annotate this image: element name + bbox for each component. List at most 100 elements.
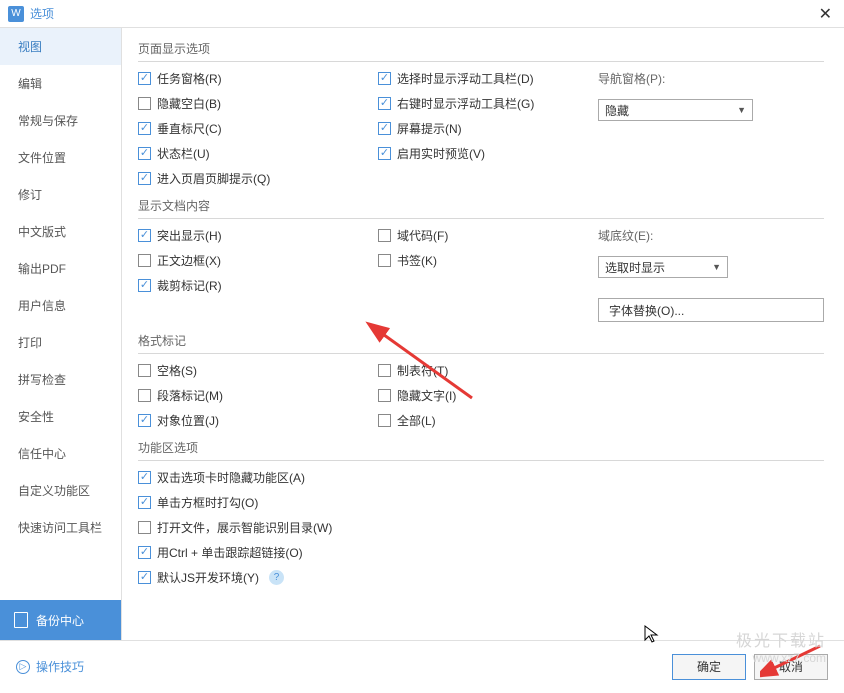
backup-label: 备份中心: [36, 612, 84, 629]
checkbox[interactable]: 打开文件，展示智能识别目录(W): [138, 519, 824, 536]
cancel-button[interactable]: 取消: [754, 654, 828, 680]
checkbox[interactable]: 右键时显示浮动工具栏(G): [378, 95, 598, 112]
checkbox[interactable]: 书签(K): [378, 252, 598, 269]
checkbox-label: 任务窗格(R): [157, 70, 222, 87]
group-title: 功能区选项: [138, 439, 824, 461]
checkbox-box: [138, 147, 151, 160]
checkbox-box: [378, 229, 391, 242]
checkbox[interactable]: 选择时显示浮动工具栏(D): [378, 70, 598, 87]
checkbox[interactable]: 隐藏空白(B): [138, 95, 378, 112]
checkbox-label: 右键时显示浮动工具栏(G): [397, 95, 534, 112]
checkbox-label: 启用实时预览(V): [397, 145, 485, 162]
backup-icon: [14, 612, 28, 628]
checkbox-box: [378, 72, 391, 85]
field-shading-select[interactable]: 选取时显示 ▼: [598, 256, 728, 278]
sidebar-item[interactable]: 常规与保存: [0, 102, 121, 139]
checkbox-label: 空格(S): [157, 362, 197, 379]
sidebar-item[interactable]: 安全性: [0, 398, 121, 435]
group-format-marks: 格式标记 空格(S) 段落标记(M) 对象位置(J) 制表符(T) 隐藏文字(I) 全部…: [138, 332, 824, 429]
checkbox[interactable]: 双击选项卡时隐藏功能区(A): [138, 469, 824, 486]
checkbox[interactable]: 屏幕提示(N): [378, 120, 598, 137]
nav-pane-label: 导航窗格(P):: [598, 70, 824, 87]
checkbox[interactable]: 对象位置(J): [138, 412, 378, 429]
close-icon[interactable]: ✕: [815, 4, 836, 24]
checkbox[interactable]: 任务窗格(R): [138, 70, 378, 87]
checkbox[interactable]: 裁剪标记(R): [138, 277, 378, 294]
checkbox-label: 对象位置(J): [157, 412, 219, 429]
checkbox-box: [138, 279, 151, 292]
sidebar-item[interactable]: 视图: [0, 28, 121, 65]
checkbox[interactable]: 单击方框时打勾(O): [138, 494, 824, 511]
ok-button[interactable]: 确定: [672, 654, 746, 680]
checkbox-box: [138, 571, 151, 584]
checkbox-label: 状态栏(U): [157, 145, 210, 162]
checkbox[interactable]: 默认JS开发环境(Y)?: [138, 569, 824, 586]
checkbox-box: [138, 229, 151, 242]
footer: ▷ 操作技巧 确定 取消: [0, 640, 844, 692]
nav-pane-select[interactable]: 隐藏 ▼: [598, 99, 753, 121]
sidebar-item[interactable]: 编辑: [0, 65, 121, 102]
checkbox[interactable]: 域代码(F): [378, 227, 598, 244]
checkbox[interactable]: 隐藏文字(I): [378, 387, 598, 404]
sidebar-item[interactable]: 自定义功能区: [0, 472, 121, 509]
sidebar-item[interactable]: 信任中心: [0, 435, 121, 472]
group-ribbon-options: 功能区选项 双击选项卡时隐藏功能区(A) 单击方框时打勾(O) 打开文件，展示智能识…: [138, 439, 824, 586]
checkbox-label: 垂直标尺(C): [157, 120, 222, 137]
sidebar-item[interactable]: 打印: [0, 324, 121, 361]
checkbox-label: 段落标记(M): [157, 387, 223, 404]
sidebar: 视图编辑常规与保存文件位置修订中文版式输出PDF用户信息打印拼写检查安全性信任中…: [0, 28, 122, 640]
checkbox-box: [138, 496, 151, 509]
chevron-down-icon: ▼: [712, 262, 721, 272]
backup-center-button[interactable]: 备份中心: [0, 600, 121, 640]
checkbox-label: 选择时显示浮动工具栏(D): [397, 70, 534, 87]
checkbox[interactable]: 空格(S): [138, 362, 378, 379]
tips-link[interactable]: ▷ 操作技巧: [16, 658, 84, 675]
checkbox[interactable]: 进入页眉页脚提示(Q): [138, 170, 378, 187]
checkbox-box: [138, 389, 151, 402]
window-title: 选项: [30, 5, 54, 22]
tips-icon: ▷: [16, 660, 30, 674]
checkbox-box: [138, 546, 151, 559]
checkbox[interactable]: 段落标记(M): [138, 387, 378, 404]
checkbox-label: 全部(L): [397, 412, 436, 429]
sidebar-item[interactable]: 修订: [0, 176, 121, 213]
checkbox-box: [138, 122, 151, 135]
group-title: 页面显示选项: [138, 40, 824, 62]
checkbox[interactable]: 正文边框(X): [138, 252, 378, 269]
checkbox[interactable]: 全部(L): [378, 412, 598, 429]
sidebar-item[interactable]: 输出PDF: [0, 250, 121, 287]
checkbox-box: [138, 97, 151, 110]
checkbox-label: 进入页眉页脚提示(Q): [157, 170, 270, 187]
checkbox-box: [378, 97, 391, 110]
help-icon[interactable]: ?: [269, 570, 284, 585]
checkbox-box: [138, 254, 151, 267]
checkbox[interactable]: 启用实时预览(V): [378, 145, 598, 162]
checkbox-box: [138, 364, 151, 377]
checkbox[interactable]: 用Ctrl + 单击跟踪超链接(O): [138, 544, 824, 561]
checkbox-box: [378, 254, 391, 267]
checkbox-box: [138, 471, 151, 484]
font-substitute-button[interactable]: 字体替换(O)...: [598, 298, 824, 322]
sidebar-item[interactable]: 快速访问工具栏: [0, 509, 121, 546]
checkbox-box: [378, 389, 391, 402]
checkbox[interactable]: 状态栏(U): [138, 145, 378, 162]
sidebar-item[interactable]: 中文版式: [0, 213, 121, 250]
checkbox[interactable]: 垂直标尺(C): [138, 120, 378, 137]
sidebar-item[interactable]: 拼写检查: [0, 361, 121, 398]
checkbox-label: 单击方框时打勾(O): [157, 494, 258, 511]
checkbox-label: 正文边框(X): [157, 252, 221, 269]
checkbox-label: 书签(K): [397, 252, 437, 269]
checkbox-label: 双击选项卡时隐藏功能区(A): [157, 469, 305, 486]
field-shading-label: 域底纹(E):: [598, 227, 824, 244]
checkbox-box: [378, 414, 391, 427]
sidebar-item[interactable]: 文件位置: [0, 139, 121, 176]
checkbox[interactable]: 制表符(T): [378, 362, 598, 379]
checkbox-box: [378, 122, 391, 135]
checkbox-label: 打开文件，展示智能识别目录(W): [157, 519, 332, 536]
checkbox[interactable]: 突出显示(H): [138, 227, 378, 244]
checkbox-label: 突出显示(H): [157, 227, 222, 244]
checkbox-label: 域代码(F): [397, 227, 448, 244]
group-title: 格式标记: [138, 332, 824, 354]
checkbox-label: 隐藏空白(B): [157, 95, 221, 112]
sidebar-item[interactable]: 用户信息: [0, 287, 121, 324]
